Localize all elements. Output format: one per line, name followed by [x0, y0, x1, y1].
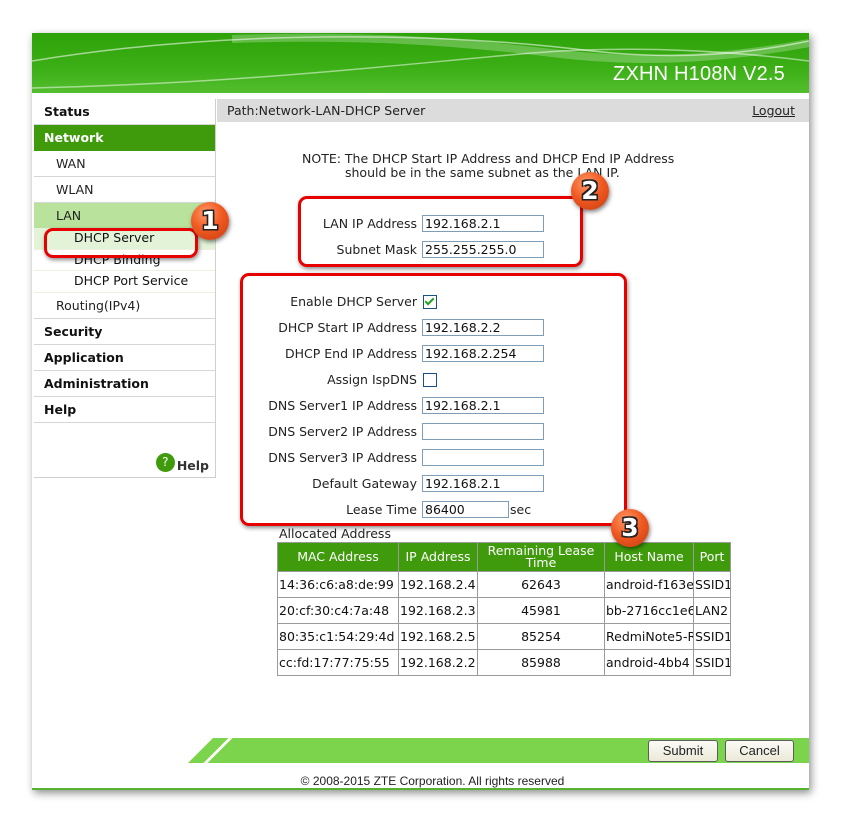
cancel-button[interactable]: Cancel [725, 740, 794, 762]
submit-button[interactable]: Submit [648, 740, 718, 762]
cell-port: LAN2 [693, 597, 731, 624]
annotation-box-2 [298, 196, 583, 267]
header-banner: ZXHN H108N V2.5 [32, 33, 809, 93]
cell-mac: 20:cf:30:c4:7a:48 [277, 597, 399, 624]
col-mac-address: MAC Address [277, 542, 399, 572]
table-row: 20:cf:30:c4:7a:48 192.168.2.3 45981 bb-2… [277, 597, 731, 624]
note-line-2: should be in the same subnet as the LAN … [345, 165, 620, 180]
cell-port: SSID1 [693, 571, 731, 598]
subnet-note: NOTE: The DHCP Start IP Address and DHCP… [302, 152, 702, 180]
frame-bottom-border [32, 788, 809, 790]
sidebar-item-status[interactable]: Status [34, 99, 215, 125]
annotation-badge-2: 2 [571, 172, 609, 210]
cell-lease: 85254 [477, 623, 605, 650]
cell-lease: 62643 [477, 571, 605, 598]
sidebar-item-network[interactable]: Network [34, 125, 215, 151]
cell-ip: 192.168.2.5 [398, 623, 478, 650]
cell-ip: 192.168.2.3 [398, 597, 478, 624]
table-row: cc:fd:17:77:75:55 192.168.2.2 85988 andr… [277, 649, 731, 676]
cell-port: SSID1 [693, 649, 731, 676]
cell-host: android-f163e [604, 571, 694, 598]
footer-bar-corner-decoration [188, 738, 213, 763]
sidebar-item-wlan[interactable]: WLAN [34, 177, 215, 203]
annotation-badge-1: 1 [191, 202, 229, 240]
sidebar-item-lan[interactable]: LAN [34, 203, 215, 228]
sidebar-nav: Status Network WAN WLAN LAN DHCP Server … [34, 99, 216, 478]
cell-ip: 192.168.2.2 [398, 649, 478, 676]
help-question-icon: ? [155, 453, 175, 472]
cell-lease: 45981 [477, 597, 605, 624]
col-port: Port [693, 542, 731, 572]
cell-host: bb-2716cc1e6 [604, 597, 694, 624]
col-ip-address: IP Address [398, 542, 478, 572]
help-link[interactable]: ? Help [155, 453, 209, 473]
cell-mac: 14:36:c6:a8:de:99 [277, 571, 399, 598]
model-title: ZXHN H108N V2.5 [613, 63, 785, 85]
cell-mac: cc:fd:17:77:75:55 [277, 649, 399, 676]
cell-mac: 80:35:c1:54:29:4d [277, 623, 399, 650]
sidebar-item-routing[interactable]: Routing(IPv4) [34, 293, 215, 319]
cell-lease: 85988 [477, 649, 605, 676]
allocated-address-title: Allocated Address [279, 526, 391, 541]
breadcrumb-bar: Path:Network-LAN-DHCP Server Logout [217, 99, 809, 122]
cell-ip: 192.168.2.4 [398, 571, 478, 598]
logout-link[interactable]: Logout [752, 99, 795, 122]
table-row: 14:36:c6:a8:de:99 192.168.2.4 62643 andr… [277, 571, 731, 598]
annotation-box-3 [240, 273, 627, 526]
cell-host: RedmiNote5-R [604, 623, 694, 650]
sidebar-item-application[interactable]: Application [34, 345, 215, 371]
sidebar-item-security[interactable]: Security [34, 319, 215, 345]
sidebar-item-wan[interactable]: WAN [34, 151, 215, 177]
allocated-address-table: MAC Address IP Address Remaining Lease T… [277, 542, 731, 676]
copyright-label: © 2008-2015 ZTE Corporation. All rights … [300, 774, 565, 788]
sidebar-item-administration[interactable]: Administration [34, 371, 215, 397]
breadcrumb: Path:Network-LAN-DHCP Server [227, 103, 426, 118]
table-header-row: MAC Address IP Address Remaining Lease T… [277, 542, 731, 572]
table-row: 80:35:c1:54:29:4d 192.168.2.5 85254 Redm… [277, 623, 731, 650]
col-remaining-lease: Remaining Lease Time [477, 542, 605, 572]
cell-port: SSID1 [693, 623, 731, 650]
annotation-box-1 [44, 228, 198, 258]
note-line-1: NOTE: The DHCP Start IP Address and DHCP… [302, 151, 675, 166]
copyright-text: © 2008-2015 ZTE Corporation. All rights … [32, 774, 809, 788]
col-host-name: Host Name [604, 542, 694, 572]
help-link-label: Help [176, 458, 209, 473]
annotation-badge-3: 3 [611, 509, 649, 547]
cell-host: android-4bb4 [604, 649, 694, 676]
sidebar-item-dhcp-port-service[interactable]: DHCP Port Service [34, 271, 215, 293]
sidebar-item-help[interactable]: Help [34, 397, 215, 423]
